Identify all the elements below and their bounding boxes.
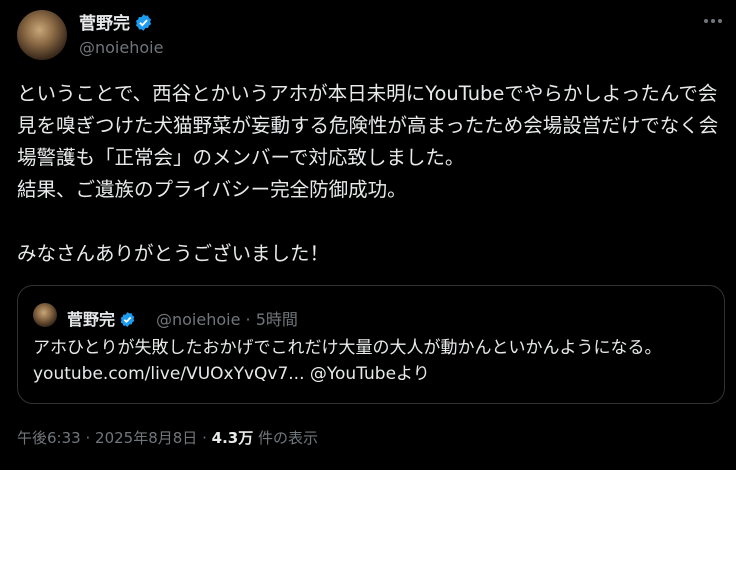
footer-separator: · <box>85 429 91 447</box>
views-count[interactable]: 4.3万 <box>212 429 254 447</box>
avatar[interactable] <box>17 10 67 60</box>
more-icon[interactable] <box>700 8 726 34</box>
quote-separator: · <box>245 310 251 329</box>
author-display-name[interactable]: 菅野完 <box>79 9 153 37</box>
author-handle[interactable]: @noiehoie <box>79 38 163 57</box>
quote-text-before: アホひとりが失敗したおかげでこれだけ大量の大人が動かんといかんようになる。 <box>33 338 662 358</box>
verified-badge-icon <box>134 13 153 37</box>
tweet-date[interactable]: 2025年8月8日 <box>95 429 197 447</box>
tweet-time[interactable]: 午後6:33 <box>17 429 81 447</box>
quote-text-after: @YouTubeより <box>304 364 430 384</box>
tweet-footer: 午後6:33 · 2025年8月8日 · 4.3万 件の表示 <box>17 427 318 448</box>
quote-time: 5時間 <box>255 310 298 329</box>
quote-author-name: 菅野完 <box>67 306 136 332</box>
quote-author-name-text: 菅野完 <box>67 310 116 329</box>
verified-badge-icon <box>119 311 136 332</box>
tweet-text: ということで、西谷とかいうアホが本日未明にYouTubeでやらかしよったんで会見… <box>17 82 719 265</box>
views-label: 件の表示 <box>258 429 319 447</box>
quote-handle: @noiehoie <box>156 310 241 329</box>
author-name-text: 菅野完 <box>79 14 130 34</box>
footer-separator: · <box>202 429 207 447</box>
quote-link[interactable]: youtube.com/live/VUOxYvQv7... <box>33 364 305 384</box>
tweet-card: 菅野完 @noiehoie ということで、西谷とかいうアホが本日未明にYouTu… <box>0 0 736 470</box>
quote-meta: @noiehoie · 5時間 <box>156 306 298 330</box>
quoted-tweet[interactable]: 菅野完 @noiehoie · 5時間 アホひとりが失敗したおかげでこれだけ大量… <box>17 285 725 404</box>
quote-avatar <box>33 303 57 327</box>
quote-text: アホひとりが失敗したおかげでこれだけ大量の大人が動かんといかんようになる。 yo… <box>33 335 713 387</box>
